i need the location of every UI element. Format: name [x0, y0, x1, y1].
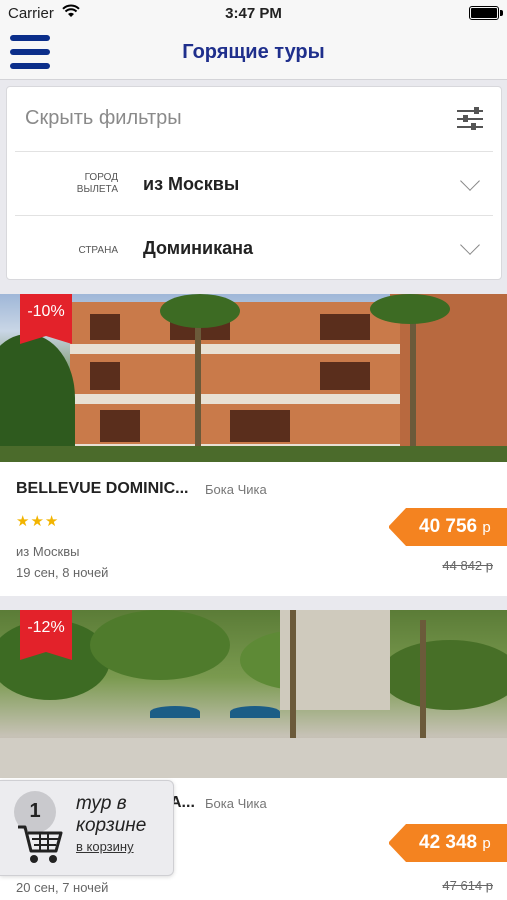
- battery-icon: [469, 6, 503, 20]
- hide-filters-button[interactable]: Скрыть фильтры: [25, 107, 182, 130]
- old-price: 44 842 р: [442, 558, 493, 573]
- hotel-photo: [0, 610, 507, 778]
- hotel-location: Бока Чика: [205, 482, 267, 497]
- departure-city-select[interactable]: ГОРОД ВЫЛЕТА из Москвы: [15, 151, 493, 215]
- star-rating: ★★★: [16, 513, 60, 530]
- cart-widget[interactable]: 1 тур в корзине в корзину: [0, 780, 174, 876]
- price-tag[interactable]: 40 756 р: [388, 508, 507, 546]
- country-value: Доминикана: [143, 238, 254, 258]
- shopping-cart-icon: [18, 825, 63, 863]
- price-value: 40 756: [419, 516, 478, 537]
- cart-status-text: тур в корзине: [76, 793, 147, 836]
- hotel-location: Бока Чика: [205, 796, 267, 811]
- tour-card[interactable]: -10% BELLEVUE DOMINIC... Бока Чика ★★★ и…: [0, 294, 507, 596]
- old-price: 47 614 р: [442, 878, 493, 893]
- filters-panel: Скрыть фильтры ГОРОД ВЫЛЕТА из Москвы Стр…: [6, 86, 502, 280]
- price-currency: р: [482, 835, 491, 852]
- discount-badge: -12%: [20, 610, 72, 660]
- go-to-cart-link[interactable]: в корзину: [76, 839, 134, 854]
- hotel-photo: [0, 294, 507, 462]
- discount-badge: -10%: [20, 294, 72, 344]
- status-bar: Carrier 3:47 PM: [0, 0, 507, 26]
- filter-settings-icon[interactable]: [457, 107, 483, 131]
- price-tag[interactable]: 42 348 р: [388, 824, 507, 862]
- departure-city-label: ГОРОД ВЫЛЕТА: [76, 172, 118, 195]
- tour-dates: 20 сен, 7 ночей: [16, 880, 109, 895]
- chevron-down-icon: [460, 235, 480, 255]
- country-label: Страна: [78, 245, 118, 256]
- departure-city-value: из Москвы: [143, 174, 240, 194]
- page-title: Горящие туры: [182, 41, 325, 63]
- tour-dates: 19 сен, 8 ночей: [16, 565, 109, 580]
- departure-city: из Москвы: [16, 544, 80, 559]
- hotel-name: BELLEVUE DOMINIC...: [16, 480, 189, 497]
- country-select[interactable]: Страна Доминикана: [15, 215, 493, 279]
- price-currency: р: [482, 519, 491, 536]
- clock: 3:47 PM: [225, 5, 282, 22]
- chevron-down-icon: [460, 171, 480, 191]
- nav-bar: Горящие туры: [0, 26, 507, 80]
- price-value: 42 348: [419, 832, 478, 853]
